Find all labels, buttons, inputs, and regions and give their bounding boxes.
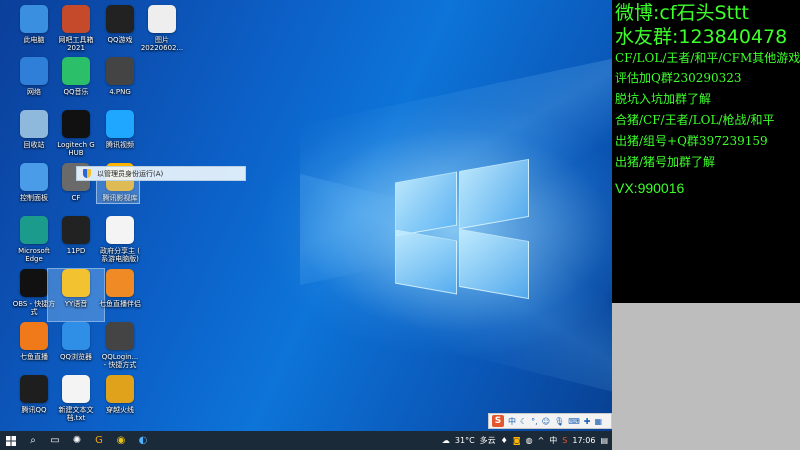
desktop-icon[interactable]: 政府分享主 ( 系游电脑版) [92,216,148,268]
desktop[interactable]: 此电脑 网吧工具箱 2021 QQ游戏 图片 20220602... 网络 QQ音乐 4.P… [0,0,612,450]
keyboard-icon[interactable]: ⌨ [568,417,580,426]
image-file-icon [148,5,176,33]
text-file-icon [62,375,90,403]
taskbar-app-qq-browser-icon[interactable]: ◐ [132,431,154,450]
qq-music-icon [62,57,90,85]
notification-icon[interactable]: ▤ [600,436,608,445]
overlay-sell-group: 出猪/组号+Q群397239159 [615,134,768,148]
desktop-icon[interactable]: 穿越火线 [92,375,148,427]
windows-logo-wallpaper [395,157,530,300]
taskbar-app-game-icon[interactable]: ◉ [110,431,132,450]
overlay-vx: VX:990016 [615,180,685,196]
context-menu[interactable]: 以管理员身份运行(A) [76,166,246,181]
edge-icon [20,216,48,244]
sogou-logo-icon: S [492,415,504,427]
qq-game-icon [106,5,134,33]
recycle-bin-icon [20,110,48,138]
start-button[interactable] [0,431,22,450]
weather-description[interactable]: 多云 [480,435,496,446]
mic-tray-icon[interactable]: ♦ [501,436,508,445]
app-11pd-icon [62,216,90,244]
search-icon[interactable]: ⌕ [22,431,44,450]
drag-selection [96,180,140,204]
desktop-icon-label: 七鱼直播伴侣 [99,300,141,308]
qiyu-live-icon [106,269,134,297]
desktop-icon[interactable]: 腾讯视频 [92,110,148,162]
taskbar: ⌕ ▭ ✺ G ◉ ◐ ☁ 31°C 多云 ♦ ◙ ◍ ^ 中 S 17:06 … [0,431,612,450]
qq-icon [20,375,48,403]
computer-icon [20,5,48,33]
overlay-fan-group: 水友群:123840478 [615,26,788,48]
toolbox-icon [62,5,90,33]
grid-icon[interactable]: ▦ [594,417,602,426]
crossfire-icon [106,375,134,403]
overlay-weibo: 微博:cf石头Sttt [615,2,749,24]
moon-icon[interactable]: ☾ [520,417,527,426]
weather-temperature[interactable]: 31°C [455,436,475,445]
tray-ime-mode[interactable]: 中 [549,435,557,446]
obs-icon [20,269,48,297]
tray-sogou-icon[interactable]: S [562,436,567,445]
png-file-icon [106,57,134,85]
desktop-icon-label: 穿越火线 [106,406,134,414]
task-view-icon[interactable]: ▭ [44,431,66,450]
mic-icon[interactable]: 🎙 [554,417,564,426]
overlay-evaluate: 评估加Q群230290323 [615,71,742,85]
yy-icon [62,269,90,297]
taskbar-app-g-icon[interactable]: G [88,431,110,450]
tencent-video-icon [106,110,134,138]
admin-shield-icon [83,169,91,178]
ime-toolbar[interactable]: S 中 ☾ °, ☺ 🎙 ⌨ ✚ ▦ [488,413,612,429]
qq-browser-icon [62,322,90,350]
clock[interactable]: 17:06 [572,436,595,445]
stream-overlay-panel: 微博:cf石头Sttt 水友群:123840478 CF/LOL/王者/和平/C… [612,0,800,303]
tray-network-icon[interactable]: ◍ [526,436,533,445]
network-icon [20,57,48,85]
overlay-join: 脱坑入坑加群了解 [615,92,712,106]
desktop-icon[interactable]: 图片 20220602... [134,5,190,57]
weather-cloud-icon[interactable]: ☁ [442,436,450,445]
run-as-admin-menu-item[interactable]: 以管理员身份运行(A) [97,169,163,179]
overlay-games: CF/LOL/王者/和平/CFM其他游戏 [615,51,800,65]
desktop-icon[interactable]: 七鱼直播伴侣 [92,269,148,321]
emoji-icon[interactable]: ☺ [542,417,550,426]
control-panel-icon [20,163,48,191]
taskbar-app-obs-icon[interactable]: ✺ [66,431,88,450]
desktop-icon[interactable]: 4.PNG [92,57,148,109]
punctuation-icon[interactable]: °, [531,417,538,426]
tray-app-icon[interactable]: ◙ [513,436,521,445]
desktop-icon-label: QQLogin... - 快捷方式 [101,353,139,369]
desktop-icon-label: 政府分享主 ( 系游电脑版) [100,247,140,263]
qiyu-icon [20,322,48,350]
desktop-icon[interactable]: QQLogin... - 快捷方式 [92,322,148,374]
tray-chevron-icon[interactable]: ^ [538,436,545,445]
system-tray: ☁ 31°C 多云 ♦ ◙ ◍ ^ 中 S 17:06 ▤ [442,431,608,450]
webcam-placeholder [612,303,800,450]
ime-mode[interactable]: 中 [508,416,516,427]
overlay-sell-account: 出猪/猪号加群了解 [615,155,716,169]
desktop-icon-label: 腾讯视频 [106,141,134,149]
skin-icon[interactable]: ✚ [584,417,591,426]
desktop-icon-label: 4.PNG [109,88,131,96]
desktop-icon-label: 图片 20220602... [140,36,184,52]
logitech-icon [62,110,90,138]
qq-login-icon [106,322,134,350]
shortcut-file-icon [106,216,134,244]
overlay-combine: 合猪/CF/王者/LOL/枪战/和平 [615,113,775,127]
